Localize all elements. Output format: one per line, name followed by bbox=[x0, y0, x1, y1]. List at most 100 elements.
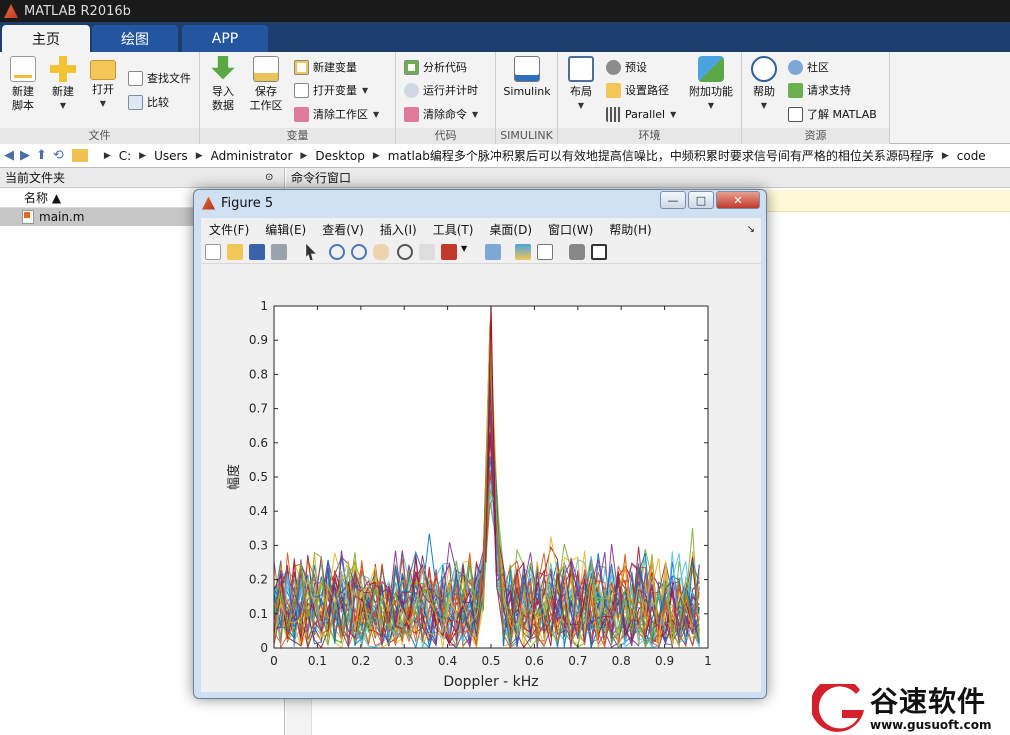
y-tick-label: 0.7 bbox=[249, 402, 268, 416]
breadcrumb-project[interactable]: matlab编程多个脉冲积累后可以有效地提高信噪比，中频积累时要求信号间有严格的… bbox=[388, 147, 934, 164]
open-file-icon[interactable] bbox=[227, 244, 243, 260]
new-button[interactable]: 新建 ▼ bbox=[46, 56, 80, 113]
breadcrumb-separator: ▶ bbox=[372, 150, 380, 161]
community-button[interactable]: 社区 bbox=[788, 58, 829, 76]
maximize-button[interactable]: □ bbox=[688, 191, 714, 209]
tab-plots[interactable]: 绘图 bbox=[92, 25, 178, 52]
breadcrumb-separator: ▶ bbox=[941, 150, 949, 161]
menu-window[interactable]: 窗口(W) bbox=[548, 221, 593, 238]
parallel-button[interactable]: Parallel ▼ bbox=[606, 105, 676, 123]
zoom-out-icon[interactable] bbox=[351, 244, 367, 260]
breadcrumb-administrator[interactable]: Administrator bbox=[211, 149, 293, 163]
ribbon-toolstrip: 新建 脚本 新建 ▼ 打开 ▼ 查找文件 比较 文件 导入 数据 保存 工作区 … bbox=[0, 52, 1010, 144]
file-group: 新建 脚本 新建 ▼ 打开 ▼ 查找文件 比较 文件 bbox=[0, 52, 200, 144]
save-workspace-button[interactable]: 保存 工作区 bbox=[246, 56, 286, 113]
x-tick-label: 0.9 bbox=[655, 654, 674, 668]
request-support-button[interactable]: 请求支持 bbox=[788, 81, 851, 99]
brush-icon[interactable] bbox=[441, 244, 457, 260]
clear-commands-button[interactable]: 清除命令 ▼ bbox=[404, 105, 478, 123]
variable-group-label: 变量 bbox=[200, 128, 395, 144]
code-group-label: 代码 bbox=[396, 128, 495, 144]
doppler-spectrum-plot[interactable]: 0 0.1 0.2 0.3 0.4 0.5 0.6 0.7 0.8 0.9 1 0 0.1 0.2 0.3 0… bbox=[201, 264, 761, 692]
up-folder-icon[interactable]: ⬆ bbox=[36, 148, 47, 163]
learn-matlab-button[interactable]: 了解 MATLAB bbox=[788, 105, 877, 123]
show-plot-tools-icon[interactable] bbox=[591, 244, 607, 260]
hide-plot-tools-icon[interactable] bbox=[569, 244, 585, 260]
run-and-time-button[interactable]: 运行并计时 bbox=[404, 81, 478, 99]
panel-menu-icon[interactable]: ⊙ bbox=[265, 172, 273, 183]
analyze-code-button[interactable]: 分析代码 bbox=[404, 58, 467, 76]
legend-icon[interactable] bbox=[537, 244, 553, 260]
menu-desktop[interactable]: 桌面(D) bbox=[489, 221, 532, 238]
x-tick-label: 0.6 bbox=[525, 654, 544, 668]
simulink-button[interactable]: Simulink bbox=[502, 56, 552, 99]
clear-workspace-button[interactable]: 清除工作区 ▼ bbox=[294, 105, 379, 123]
close-button[interactable]: ✕ bbox=[716, 191, 760, 209]
new-variable-button[interactable]: 新建变量 bbox=[294, 58, 357, 76]
save-icon[interactable] bbox=[249, 244, 265, 260]
browse-folder-icon[interactable]: ⟲ bbox=[53, 148, 64, 163]
new-plus-icon bbox=[50, 56, 76, 82]
new-script-button[interactable]: 新建 脚本 bbox=[6, 56, 40, 113]
import-data-button[interactable]: 导入 数据 bbox=[206, 56, 240, 113]
new-figure-icon[interactable] bbox=[205, 244, 221, 260]
back-arrow-icon[interactable]: ◀ bbox=[4, 148, 14, 163]
watermark-brand: 谷速软件 bbox=[870, 684, 987, 718]
window-title: MATLAB R2016b bbox=[24, 3, 131, 19]
rotate-3d-icon[interactable] bbox=[397, 244, 413, 260]
menu-insert[interactable]: 插入(I) bbox=[380, 221, 417, 238]
menu-help[interactable]: 帮助(H) bbox=[609, 221, 651, 238]
chevron-down-icon: ▼ bbox=[760, 101, 768, 110]
breadcrumb-drive[interactable]: C: bbox=[119, 149, 131, 163]
breadcrumb-code[interactable]: code bbox=[957, 149, 986, 163]
open-button[interactable]: 打开 ▼ bbox=[86, 56, 120, 111]
command-window-header: 命令行窗口 bbox=[286, 168, 1010, 188]
compare-button[interactable]: 比较 bbox=[128, 93, 169, 111]
pointer-icon[interactable] bbox=[306, 244, 316, 260]
add-ons-button[interactable]: 附加功能 ▼ bbox=[686, 56, 736, 113]
dock-arrow-icon[interactable]: ↘ bbox=[747, 224, 755, 235]
menu-tools[interactable]: 工具(T) bbox=[433, 221, 474, 238]
chevron-down-icon: ▼ bbox=[99, 99, 107, 108]
current-folder-address-bar[interactable]: ◀ ▶ ⬆ ⟲ ▶ C: ▶ Users ▶ Administrator ▶ D… bbox=[0, 144, 1010, 168]
print-icon[interactable] bbox=[271, 244, 287, 260]
breadcrumb-separator: ▶ bbox=[195, 150, 203, 161]
matlab-logo-icon bbox=[202, 196, 215, 210]
folder-icon bbox=[71, 149, 88, 162]
zoom-in-icon[interactable] bbox=[329, 244, 345, 260]
x-tick-label: 0.2 bbox=[351, 654, 370, 668]
y-tick-label: 0.9 bbox=[249, 333, 268, 347]
figure-canvas[interactable]: 0 0.1 0.2 0.3 0.4 0.5 0.6 0.7 0.8 0.9 1 0 0.1 0.2 0.3 0… bbox=[201, 264, 761, 692]
breadcrumb-users[interactable]: Users bbox=[154, 149, 188, 163]
y-tick-label: 0.5 bbox=[249, 470, 268, 484]
tab-apps[interactable]: APP bbox=[182, 25, 268, 52]
layout-button[interactable]: 布局 ▼ bbox=[564, 56, 598, 113]
figure-window[interactable]: Figure 5 — □ ✕ 文件(F) 编辑(E) 查看(V) 插入(I) 工… bbox=[193, 189, 767, 699]
open-variable-button[interactable]: 打开变量 ▼ bbox=[294, 81, 368, 99]
menu-file[interactable]: 文件(F) bbox=[209, 221, 249, 238]
link-plot-icon[interactable] bbox=[485, 244, 501, 260]
resources-group: 帮助 ▼ 社区 请求支持 了解 MATLAB 资源 bbox=[742, 52, 890, 144]
breadcrumb-desktop[interactable]: Desktop bbox=[315, 149, 365, 163]
data-cursor-icon[interactable] bbox=[419, 244, 435, 260]
help-button[interactable]: 帮助 ▼ bbox=[748, 56, 780, 113]
menu-edit[interactable]: 编辑(E) bbox=[265, 221, 306, 238]
menu-view[interactable]: 查看(V) bbox=[322, 221, 364, 238]
minimize-button[interactable]: — bbox=[660, 191, 686, 209]
find-files-button[interactable]: 查找文件 bbox=[128, 69, 191, 87]
set-path-button[interactable]: 设置路径 bbox=[606, 81, 669, 99]
app-title-bar: MATLAB R2016b bbox=[0, 0, 1010, 22]
preferences-button[interactable]: 预设 bbox=[606, 58, 647, 76]
tab-home[interactable]: 主页 bbox=[2, 25, 90, 52]
chevron-down-icon[interactable]: ▼ bbox=[461, 244, 469, 260]
support-icon bbox=[788, 82, 803, 98]
figure-title-bar[interactable]: Figure 5 — □ ✕ bbox=[194, 190, 766, 216]
layout-icon bbox=[568, 56, 594, 82]
colorbar-icon[interactable] bbox=[515, 244, 531, 260]
file-name: main.m bbox=[39, 210, 85, 224]
x-tick-label: 1 bbox=[704, 654, 712, 668]
y-tick-label: 0.8 bbox=[249, 367, 268, 381]
y-tick-label: 1 bbox=[260, 299, 268, 313]
forward-arrow-icon[interactable]: ▶ bbox=[20, 148, 30, 163]
pan-hand-icon[interactable] bbox=[373, 244, 389, 260]
